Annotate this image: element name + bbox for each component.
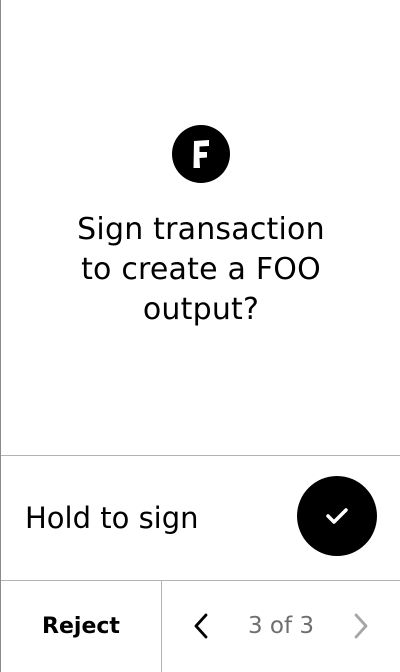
next-page-button[interactable]: [341, 606, 381, 646]
footer-divider: [161, 581, 162, 672]
checkmark-icon: [326, 508, 348, 524]
review-title: Sign transaction to create a FOO output?: [77, 212, 325, 327]
device-screen: Sign transaction to create a FOO output?…: [0, 0, 400, 672]
chevron-right-icon: [354, 613, 368, 639]
page-indicator: 3 of 3: [247, 613, 315, 639]
previous-page-button[interactable]: [181, 606, 221, 646]
review-panel: Sign transaction to create a FOO output?: [1, 0, 400, 455]
reject-button[interactable]: Reject: [1, 581, 161, 672]
hold-to-sign-button[interactable]: [297, 476, 377, 556]
chevron-left-icon: [194, 613, 208, 639]
hold-to-sign-label: Hold to sign: [25, 501, 199, 535]
f-logo-icon: [172, 125, 230, 183]
